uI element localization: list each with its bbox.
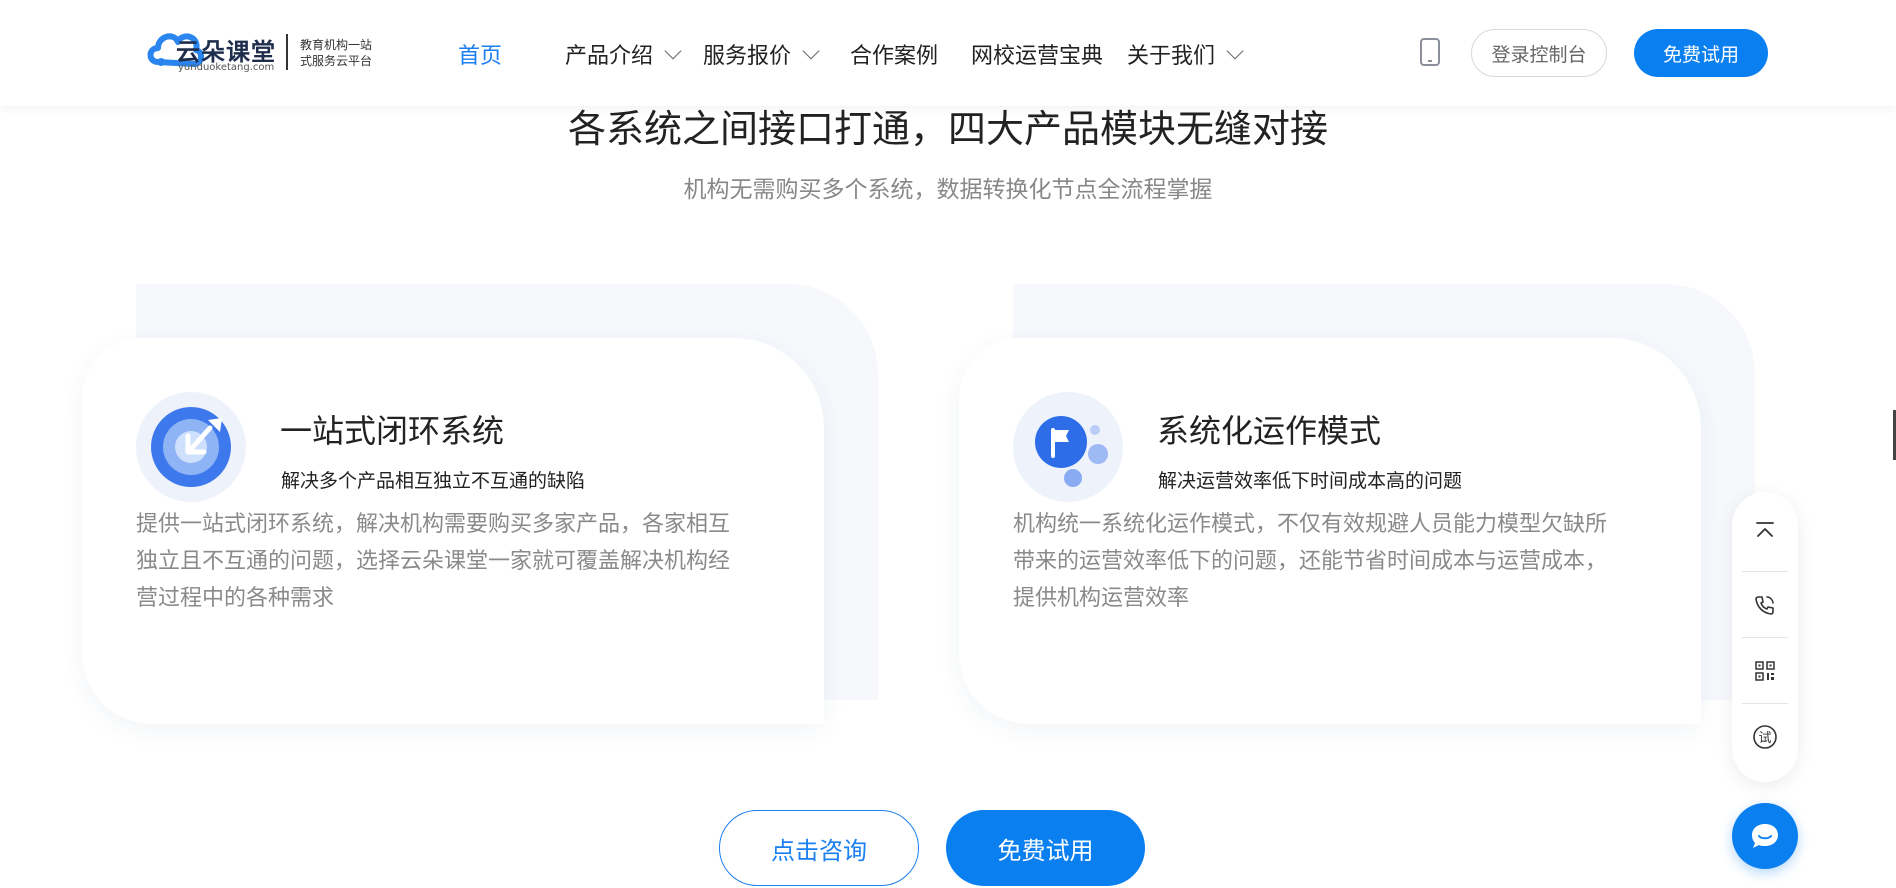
logo-domain: yunduoketang.com <box>178 62 275 73</box>
card-desc-line: 带来的运营效率低下的问题，还能节省时间成本与运营成本， <box>1013 549 1608 574</box>
card-desc-line: 提供一站式闭环系统，解决机构需要购买多家产品，各家相互 <box>136 512 731 537</box>
chat-button[interactable] <box>1732 803 1798 869</box>
nav-item-pricing[interactable]: 服务报价 <box>703 38 820 70</box>
nav-item-guide[interactable]: 网校运营宝典 <box>971 38 1103 70</box>
free-trial-button[interactable]: 免费试用 <box>1634 29 1768 77</box>
section-title: 各系统之间接口打通，四大产品模块无缝对接 <box>567 107 1328 151</box>
card-icon-container <box>136 392 246 502</box>
top-header: 云朵课堂 yunduoketang.com 教育机构一站 式服务云平台 首页 产… <box>0 0 1896 106</box>
mobile-phone-icon[interactable] <box>1420 38 1440 66</box>
trial-icon: 试 <box>1753 725 1777 749</box>
phone-call-button[interactable] <box>1742 572 1788 638</box>
chevron-down-icon <box>1226 42 1244 60</box>
logo-slogan: 教育机构一站 式服务云平台 <box>300 37 390 69</box>
chevron-down-icon <box>802 42 820 60</box>
nav-item-cases[interactable]: 合作案例 <box>850 38 938 70</box>
nav-item-label: 产品介绍 <box>565 44 654 69</box>
feature-card-systematic: 系统化运作模式 解决运营效率低下时间成本高的问题 机构统一系统化运作模式，不仅有… <box>959 338 1701 724</box>
card-description: 机构统一系统化运作模式，不仅有效规避人员能力模型欠缺所 带来的运营效率低下的问题… <box>1013 506 1633 617</box>
logo[interactable]: 云朵课堂 yunduoketang.com 教育机构一站 式服务云平台 <box>146 16 386 80</box>
card-desc-line: 独立且不互通的问题，选择云朵课堂一家就可覆盖解决机构经 <box>136 549 731 574</box>
nav-item-about[interactable]: 关于我们 <box>1127 38 1244 70</box>
chevron-down-icon <box>664 42 682 60</box>
card-title: 一站式闭环系统 <box>280 412 505 450</box>
trial-glyph: 试 <box>1758 731 1771 746</box>
card-title: 系统化运作模式 <box>1157 412 1382 450</box>
nav-item-label: 网校运营宝典 <box>971 44 1104 69</box>
nav-item-products[interactable]: 产品介绍 <box>565 38 682 70</box>
logo-divider <box>286 34 288 70</box>
nav-item-home[interactable]: 首页 <box>458 38 502 70</box>
nav-item-label: 关于我们 <box>1127 44 1216 69</box>
logo-slogan-line2: 式服务云平台 <box>300 54 373 68</box>
chat-bubble-icon <box>1752 824 1778 848</box>
section-subtitle: 机构无需购买多个系统，数据转换化节点全流程掌握 <box>683 177 1213 203</box>
phone-call-icon <box>1755 596 1774 615</box>
card-description: 提供一站式闭环系统，解决机构需要购买多家产品，各家相互 独立且不互通的问题，选择… <box>136 506 756 617</box>
card-icon-container <box>1013 392 1123 502</box>
login-console-button[interactable]: 登录控制台 <box>1471 29 1607 77</box>
card-desc-line: 营过程中的各种需求 <box>136 586 335 611</box>
floating-toolbar: 试 <box>1732 492 1798 782</box>
nav-item-label: 服务报价 <box>703 44 792 69</box>
card-subtitle: 解决运营效率低下时间成本高的问题 <box>1158 470 1463 492</box>
nav-item-label: 首页 <box>458 44 503 69</box>
consult-button[interactable]: 点击咨询 <box>719 810 919 886</box>
card-subtitle: 解决多个产品相互独立不互通的缺陷 <box>281 470 586 492</box>
trial-button[interactable]: 试 <box>1742 704 1788 770</box>
feature-card-closed-loop: 一站式闭环系统 解决多个产品相互独立不互通的缺陷 提供一站式闭环系统，解决机构需… <box>82 338 824 724</box>
card-desc-line: 机构统一系统化运作模式，不仅有效规避人员能力模型欠缺所 <box>1013 512 1608 537</box>
free-trial-cta-button[interactable]: 免费试用 <box>946 810 1145 886</box>
logo-slogan-line1: 教育机构一站 <box>300 38 373 52</box>
card-desc-line: 提供机构运营效率 <box>1013 586 1190 611</box>
qrcode-icon <box>1755 661 1775 681</box>
back-to-top-button[interactable] <box>1742 498 1788 564</box>
closed-loop-icon <box>151 407 231 487</box>
back-to-top-icon <box>1756 522 1774 537</box>
flag-icon <box>1035 416 1108 487</box>
qrcode-button[interactable] <box>1742 638 1788 704</box>
nav-item-label: 合作案例 <box>850 44 939 69</box>
page: 云朵课堂 yunduoketang.com 教育机构一站 式服务云平台 首页 产… <box>0 0 1896 888</box>
